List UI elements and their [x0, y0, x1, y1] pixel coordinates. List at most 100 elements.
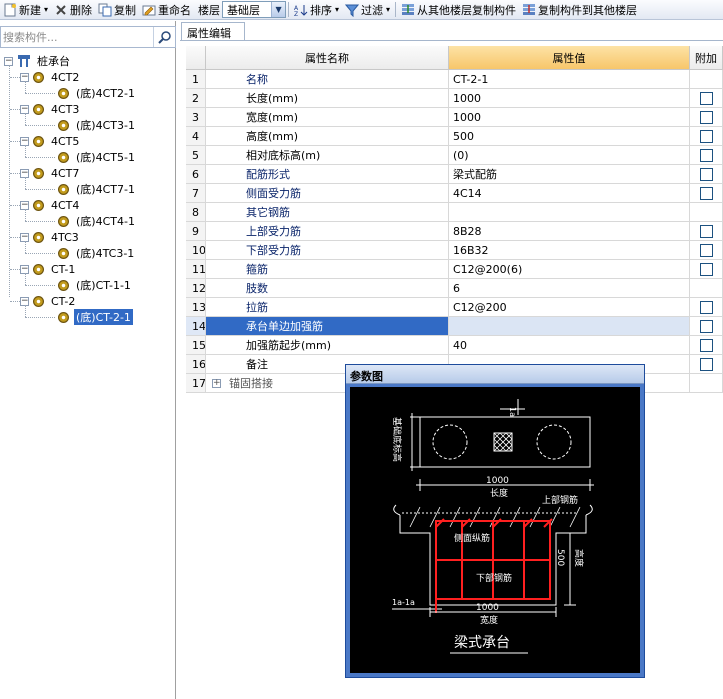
tree-item[interactable]: (底)4CT3-1 [58, 117, 137, 133]
property-value[interactable]: 6 [449, 279, 690, 298]
property-value[interactable]: 40 [449, 336, 690, 355]
tree-item[interactable]: (底)4CT5-1 [58, 149, 137, 165]
extra-checkbox[interactable] [699, 243, 713, 257]
new-button[interactable]: 新建 ▾ [0, 1, 51, 19]
property-name[interactable]: 配筋形式 [206, 165, 449, 184]
tree-group[interactable]: −4CT5 [20, 133, 81, 149]
search-input[interactable]: 搜索构件... [1, 29, 153, 45]
extra-checkbox[interactable] [699, 186, 713, 200]
property-name[interactable]: 相对底标高(m) [206, 146, 449, 165]
search-box[interactable]: 搜索构件... [0, 26, 176, 48]
tree-group[interactable]: −4CT3 [20, 101, 81, 117]
extra-checkbox[interactable] [699, 357, 713, 371]
property-name[interactable]: 高度(mm) [206, 127, 449, 146]
tree-item[interactable]: (底)4CT2-1 [58, 85, 137, 101]
property-name[interactable]: 承台单边加强筋 [206, 317, 449, 336]
property-value[interactable] [449, 317, 690, 336]
property-row[interactable]: 10 下部受力筋 16B32 [186, 241, 723, 260]
tree-item[interactable]: (底)4CT4-1 [58, 213, 137, 229]
extra-checkbox[interactable] [699, 319, 713, 333]
property-value[interactable]: C12@200(6) [449, 260, 690, 279]
copy-button[interactable]: 复制 [95, 1, 139, 19]
extra-checkbox[interactable] [699, 148, 713, 162]
tree-item[interactable]: (底)CT-1-1 [58, 277, 133, 293]
property-name[interactable]: 侧面受力筋 [206, 184, 449, 203]
extra-checkbox[interactable] [699, 224, 713, 238]
extra-checkbox[interactable] [699, 167, 713, 181]
tree-item[interactable]: (底)4CT7-1 [58, 181, 137, 197]
property-row[interactable]: 13 拉筋 C12@200 [186, 298, 723, 317]
property-name[interactable]: 下部受力筋 [206, 241, 449, 260]
property-row[interactable]: 6 配筋形式 梁式配筋 [186, 165, 723, 184]
property-row[interactable]: 7 侧面受力筋 4C14 [186, 184, 723, 203]
property-row[interactable]: 4 高度(mm) 500 [186, 127, 723, 146]
property-value[interactable]: (0) [449, 146, 690, 165]
component-icon [33, 135, 44, 147]
property-name[interactable]: 箍筋 [206, 260, 449, 279]
property-row[interactable]: 9 上部受力筋 8B28 [186, 222, 723, 241]
filter-button[interactable]: 过滤 ▾ [342, 1, 393, 19]
tree-group[interactable]: −4CT4 [20, 197, 81, 213]
property-row[interactable]: 11 箍筋 C12@200(6) [186, 260, 723, 279]
copy-to-floor-button[interactable]: 复制构件到其他楼层 [519, 1, 640, 19]
tree-group[interactable]: −4CT7 [20, 165, 81, 181]
component-panel: 搜索构件... − 桩承台 −4CT2 (底)4CT2-1−4CT3 (底)4CT3-1… [0, 21, 176, 699]
property-row[interactable]: 5 相对底标高(m) (0) [186, 146, 723, 165]
property-name[interactable]: 上部受力筋 [206, 222, 449, 241]
copy-icon [98, 3, 112, 17]
parameter-diagram-window[interactable]: 参数图 1a 基础底标高 1000 长度 上部钢筋 侧面纵筋 下部钢筋 500 … [345, 364, 645, 678]
property-name[interactable]: 肢数 [206, 279, 449, 298]
property-name[interactable]: 名称 [206, 70, 449, 89]
tree-group[interactable]: − CT-1 [20, 261, 77, 277]
floor-select[interactable]: 基础层 ▼ [222, 1, 287, 18]
property-value[interactable]: 1000 [449, 108, 690, 127]
property-value[interactable] [449, 203, 690, 222]
property-name[interactable]: 拉筋 [206, 298, 449, 317]
extra-checkbox[interactable] [699, 129, 713, 143]
property-value[interactable]: 500 [449, 127, 690, 146]
property-row[interactable]: 3 宽度(mm) 1000 [186, 108, 723, 127]
property-row[interactable]: 12 肢数 6 [186, 279, 723, 298]
chevron-down-icon[interactable]: ▼ [271, 2, 286, 17]
property-row[interactable]: 14 承台单边加强筋 [186, 317, 723, 336]
extra-checkbox[interactable] [699, 262, 713, 276]
width-label: 宽度 [480, 614, 498, 626]
extra-checkbox[interactable] [699, 338, 713, 352]
delete-button[interactable]: 删除 [51, 1, 95, 19]
expand-icon[interactable]: + [212, 378, 221, 388]
rename-button[interactable]: 重命名 [139, 1, 194, 19]
property-value[interactable]: 梁式配筋 [449, 165, 690, 184]
property-name[interactable]: 宽度(mm) [206, 108, 449, 127]
property-name-header[interactable]: 属性名称 [206, 46, 449, 70]
property-value[interactable]: 1000 [449, 89, 690, 108]
extra-checkbox[interactable] [699, 300, 713, 314]
tab-property-edit[interactable]: 属性编辑 [181, 22, 245, 41]
property-value[interactable]: 8B28 [449, 222, 690, 241]
extra-header[interactable]: 附加 [690, 46, 723, 70]
extra-cell [690, 89, 723, 108]
property-row[interactable]: 8 其它钢筋 [186, 203, 723, 222]
search-icon[interactable] [153, 27, 175, 47]
copy-from-floor-button[interactable]: 从其他楼层复制构件 [398, 1, 519, 19]
property-name[interactable]: 其它钢筋 [206, 203, 449, 222]
property-name[interactable]: 加强筋起步(mm) [206, 336, 449, 355]
extra-checkbox[interactable] [699, 110, 713, 124]
property-name[interactable]: 长度(mm) [206, 89, 449, 108]
tree-group[interactable]: − CT-2 [20, 293, 77, 309]
property-value[interactable]: 4C14 [449, 184, 690, 203]
tree-item[interactable]: (底)CT-2-1 [58, 309, 133, 325]
property-value[interactable]: 16B32 [449, 241, 690, 260]
tree-item[interactable]: (底)4TC3-1 [58, 245, 136, 261]
tree-item-label: (底)4TC3-1 [76, 247, 135, 260]
tree-group[interactable]: −4CT2 [20, 69, 81, 85]
property-row[interactable]: 15 加强筋起步(mm) 40 [186, 336, 723, 355]
extra-checkbox[interactable] [699, 91, 713, 105]
property-value-header[interactable]: 属性值 [449, 46, 690, 70]
property-value[interactable]: CT-2-1 [449, 70, 690, 89]
property-row[interactable]: 2 长度(mm) 1000 [186, 89, 723, 108]
sort-button[interactable]: AZ 排序 ▾ [291, 1, 342, 19]
tree-group[interactable]: −4TC3 [20, 229, 81, 245]
property-value[interactable]: C12@200 [449, 298, 690, 317]
property-row[interactable]: 1 名称 CT-2-1 [186, 70, 723, 89]
tree-root[interactable]: − 桩承台 [4, 53, 72, 69]
